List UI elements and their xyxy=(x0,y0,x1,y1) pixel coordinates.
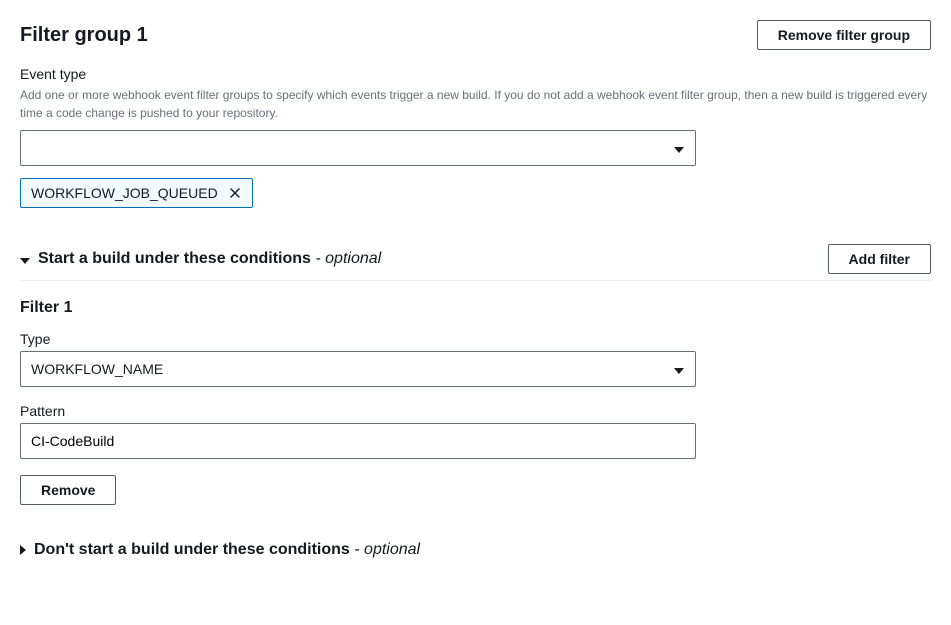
filter-pattern-label: Pattern xyxy=(20,403,931,419)
filter-type-select[interactable]: WORKFLOW_NAME xyxy=(20,351,696,387)
remove-tag-button[interactable] xyxy=(228,186,242,200)
remove-filter-button[interactable]: Remove xyxy=(20,475,116,505)
event-type-label: Event type xyxy=(20,66,931,82)
start-conditions-title: Start a build under these conditions - o… xyxy=(38,250,381,268)
filter-group-title: Filter group 1 xyxy=(20,24,148,47)
event-type-tag-label: WORKFLOW_JOB_QUEUED xyxy=(31,185,218,201)
filter-heading: Filter 1 xyxy=(20,299,931,317)
filter-pattern-input[interactable] xyxy=(20,423,696,459)
dont-start-conditions-title: Don't start a build under these conditio… xyxy=(34,541,420,559)
close-icon xyxy=(228,186,242,200)
start-conditions-toggle[interactable]: Start a build under these conditions - o… xyxy=(20,250,381,268)
caret-right-icon xyxy=(20,542,26,558)
add-filter-button[interactable]: Add filter xyxy=(828,244,931,274)
event-type-description: Add one or more webhook event filter gro… xyxy=(20,86,931,122)
caret-down-icon xyxy=(20,251,30,267)
filter-type-label: Type xyxy=(20,331,931,347)
dont-start-conditions-toggle[interactable]: Don't start a build under these conditio… xyxy=(20,541,420,559)
remove-filter-group-button[interactable]: Remove filter group xyxy=(757,20,931,50)
event-type-select[interactable] xyxy=(20,130,696,166)
event-type-tag: WORKFLOW_JOB_QUEUED xyxy=(20,178,253,208)
filter-type-value: WORKFLOW_NAME xyxy=(31,361,163,377)
